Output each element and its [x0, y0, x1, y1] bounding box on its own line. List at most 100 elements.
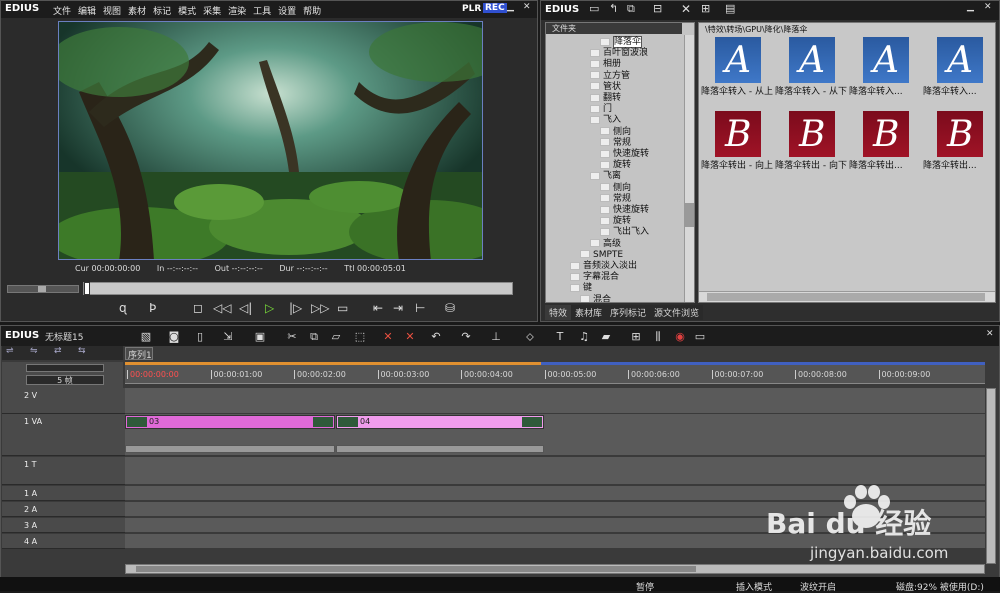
playhead-handle[interactable]	[84, 282, 90, 295]
tree-item[interactable]: SMPTE	[580, 250, 623, 261]
track-header[interactable]: 1 VA	[2, 414, 125, 456]
tab-bin[interactable]: 素材库	[571, 305, 607, 320]
tree-item[interactable]: 常规	[600, 194, 631, 205]
stop-button[interactable]: ◻	[193, 301, 203, 315]
effects-hscroll[interactable]	[699, 291, 995, 302]
mixer-icon[interactable]: ⫼	[650, 330, 666, 344]
step-forward-button[interactable]: |▷	[289, 301, 302, 315]
tree-item[interactable]: 混合	[580, 295, 611, 302]
link-icon[interactable]: ⇌	[6, 346, 14, 356]
effect-thumbnail[interactable]: B	[937, 111, 983, 157]
tree-item[interactable]: 快速旋转	[600, 205, 649, 216]
up-folder-icon[interactable]: ↰	[609, 1, 618, 17]
tree-item[interactable]: 百叶窗波浪	[590, 48, 648, 59]
effect-thumbnail[interactable]: A	[715, 37, 761, 83]
output-button[interactable]: ⛁	[445, 301, 455, 315]
save-icon[interactable]: ▣	[252, 330, 268, 344]
menu-capture[interactable]: 采集	[203, 7, 221, 17]
tree-item[interactable]: 侧向	[600, 183, 631, 194]
grid-icon[interactable]: ⊞	[628, 330, 644, 344]
tree-item[interactable]: 降落伞	[600, 36, 643, 48]
ripple-delete-icon[interactable]: ✕	[402, 330, 418, 344]
tree-item[interactable]: 高级	[590, 239, 621, 250]
tree-item[interactable]: 旋转	[600, 216, 631, 227]
track-lane[interactable]	[125, 388, 985, 414]
trim-button[interactable]: ⊢	[415, 301, 425, 315]
copy-icon[interactable]: ⧉	[627, 1, 635, 17]
rewind-button[interactable]: ◁◁	[213, 301, 231, 315]
track-header[interactable]: 2 V	[2, 388, 125, 414]
layout-icon[interactable]: ▭	[692, 330, 708, 344]
tree-item[interactable]: 音频淡入淡出	[570, 261, 637, 272]
overwrite-clip-button[interactable]: ⇥	[393, 301, 403, 315]
zoom-slider[interactable]	[26, 364, 104, 372]
insert-clip-button[interactable]: ⇤	[373, 301, 383, 315]
tab-source-browser[interactable]: 源文件浏览	[650, 305, 704, 320]
track-header[interactable]: 2 A	[2, 502, 125, 517]
snap-icon[interactable]: ⇆	[78, 346, 86, 356]
zoom-select[interactable]: 5 帧	[26, 375, 104, 385]
mic-icon[interactable]: ♫	[576, 330, 592, 344]
set-in-button[interactable]: ɋ	[119, 301, 127, 315]
new-project-icon[interactable]: ▯	[192, 330, 208, 344]
record-icon[interactable]: ◉	[672, 330, 688, 344]
tree-item[interactable]: 相册	[590, 59, 621, 70]
folder-icon[interactable]: ▭	[589, 1, 599, 17]
set-out-button[interactable]: Ϸ	[149, 301, 156, 315]
menu-file[interactable]: 文件	[53, 7, 71, 17]
menu-mode[interactable]: 模式	[178, 7, 196, 17]
tree-item[interactable]: 立方管	[590, 71, 630, 82]
track-header[interactable]: 1 T	[2, 457, 125, 485]
menu-render[interactable]: 渲染	[228, 7, 246, 17]
tree-item[interactable]: 门	[590, 104, 612, 115]
properties-icon[interactable]: ⊞	[701, 1, 710, 17]
delete-clip-icon[interactable]: ✕	[380, 330, 396, 344]
fast-forward-button[interactable]: ▷▷	[311, 301, 329, 315]
marker-icon[interactable]: ⬦	[522, 330, 538, 344]
effect-thumbnail[interactable]: B	[715, 111, 761, 157]
position-bar[interactable]	[83, 282, 513, 295]
minimize-icon-bin[interactable]: ▁	[967, 2, 974, 12]
tree-scrollbar[interactable]	[684, 35, 694, 302]
rec-toggle[interactable]: REC	[483, 3, 507, 13]
timeline-clip[interactable]: 04	[336, 415, 544, 429]
camera-icon[interactable]: ◙	[166, 330, 182, 344]
tree-item[interactable]: 飞离	[590, 171, 621, 182]
new-sequence-icon[interactable]: ▧	[138, 330, 154, 344]
effect-thumbnail[interactable]: B	[863, 111, 909, 157]
shuttle-slider[interactable]	[7, 285, 79, 293]
open-project-icon[interactable]: ⇲	[220, 330, 236, 344]
delete-icon[interactable]: ✕	[681, 1, 691, 17]
tree-item[interactable]: 字幕混合	[570, 272, 619, 283]
replace-icon[interactable]: ⬚	[352, 330, 368, 344]
tree-item[interactable]: 快速旋转	[600, 149, 649, 160]
audio-clip-strip[interactable]	[336, 445, 544, 453]
tab-sequence-markers[interactable]: 序列标记	[606, 305, 651, 320]
step-back-button[interactable]: ◁|	[239, 301, 252, 315]
tree-item[interactable]: 管状	[590, 82, 621, 93]
effect-thumbnail[interactable]: A	[789, 37, 835, 83]
view-icon[interactable]: ▤	[725, 1, 735, 17]
tree-item[interactable]: 常规	[600, 138, 631, 149]
group-icon[interactable]: ⇋	[30, 346, 38, 356]
add-cut-icon[interactable]: ⊥	[488, 330, 504, 344]
copy-clip-icon[interactable]: ⧉	[306, 330, 322, 344]
settings-icon[interactable]: ⊟	[653, 1, 662, 17]
menu-settings[interactable]: 设置	[278, 7, 296, 17]
audio-clip-strip[interactable]	[125, 445, 335, 453]
menu-edit[interactable]: 编辑	[78, 7, 96, 17]
time-ruler[interactable]: 00:00:00:00 00:00:01:00 00:00:02:00 00:00:0…	[125, 362, 985, 384]
effect-thumbnail[interactable]: A	[937, 37, 983, 83]
menu-tools[interactable]: 工具	[253, 7, 271, 17]
menu-view[interactable]: 视图	[103, 7, 121, 17]
close-icon-timeline[interactable]: ✕	[986, 329, 994, 339]
plr-toggle[interactable]: PLR	[462, 4, 481, 14]
effect-thumbnail[interactable]: A	[863, 37, 909, 83]
menu-clip[interactable]: 素材	[128, 7, 146, 17]
sync-icon[interactable]: ⇄	[54, 346, 62, 356]
title-icon[interactable]: T	[552, 330, 568, 344]
redo-icon[interactable]: ↷	[458, 330, 474, 344]
close-icon-bin[interactable]: ✕	[984, 2, 992, 12]
cut-icon[interactable]: ✂	[284, 330, 300, 344]
menu-marker[interactable]: 标记	[153, 7, 171, 17]
